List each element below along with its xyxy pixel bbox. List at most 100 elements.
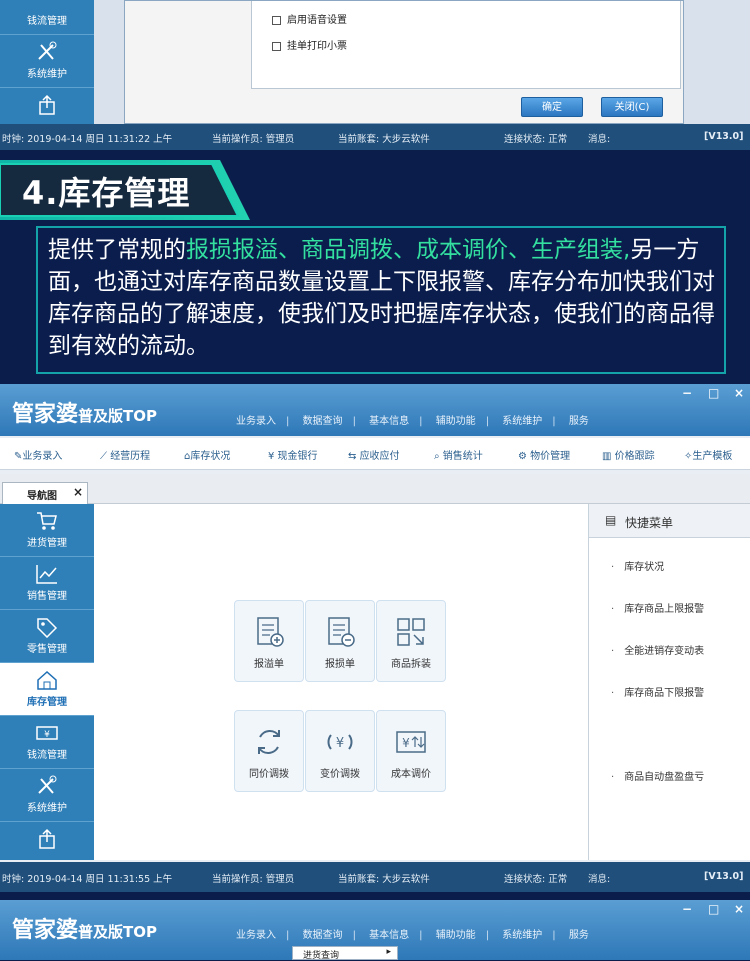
sidebar-item-system[interactable]: 系统维护 [0, 35, 94, 88]
shortcut-upper-limit-alert[interactable]: 库存商品上限报警 [611, 600, 704, 615]
shortcut-change-report[interactable]: 全能进销存变动表 [611, 642, 704, 657]
sidebar-item-inventory[interactable]: 库存管理 [0, 663, 94, 716]
chevron-right-icon: ▸ [386, 947, 391, 957]
close-window-button[interactable]: × [734, 902, 744, 916]
cart-icon [37, 512, 57, 530]
cycle-icon [258, 730, 280, 754]
sidebar-item-label: 进货管理 [27, 538, 67, 549]
price-adjust-icon: ¥ [396, 731, 426, 753]
logo-sub: 普及版TOP [78, 923, 157, 941]
menu-item-query[interactable]: 数据查询 [303, 930, 343, 941]
account-text: 当前账套: 大步云软件 [338, 874, 430, 885]
menu-item-aux[interactable]: 辅助功能 [436, 416, 476, 427]
checkbox-box[interactable] [272, 41, 281, 51]
maximize-button[interactable]: □ [708, 386, 719, 400]
query-dropdown-item[interactable]: 进货查询 ▸ [292, 946, 398, 961]
toolbar-label: 物价管理 [530, 451, 571, 462]
checkbox-box[interactable] [272, 15, 281, 25]
toolbar-inventory[interactable]: ⌂库存状况 [184, 447, 230, 462]
toolbar-price-track[interactable]: ▥ 价格跟踪 [602, 447, 655, 462]
logo-sub: 普及版TOP [78, 407, 157, 425]
toolbar-production[interactable]: ✧生产模板 [684, 447, 732, 462]
maximize-button[interactable]: □ [708, 902, 719, 916]
logo-main: 管家婆 [12, 918, 79, 943]
minimize-button[interactable]: − [682, 902, 692, 916]
menu-item-business[interactable]: 业务录入 [236, 930, 276, 941]
previous-app-window: 钱流管理 系统维护 启用语音设置 挂单打印小票 确定 关闭(C) 时钟: 201… [0, 0, 750, 150]
sidebar-item-retail[interactable]: 零售管理 [0, 610, 94, 663]
operator-text: 当前操作员: 管理员 [212, 874, 295, 885]
sidebar-item-label: 库存管理 [27, 697, 67, 708]
toolbar-cash-bank[interactable]: ¥ 现金银行 [268, 447, 318, 462]
close-button[interactable]: 关闭(C) [601, 97, 663, 117]
message-text: 消息: [588, 134, 611, 145]
connection-text: 连接状态: 正常 [504, 874, 568, 885]
shortcut-auto-stocktake[interactable]: 商品自动盘盈盘亏 [611, 768, 704, 783]
shortcut-panel-header: ▤ 快捷菜单 [589, 504, 750, 538]
operator-text: 当前操作员: 管理员 [212, 134, 295, 145]
search-icon: ⌕ [434, 451, 443, 462]
sidebar-item-system[interactable]: 系统维护 [0, 769, 94, 822]
menu-item-system[interactable]: 系统维护 [502, 930, 542, 941]
sidebar-item-label: 系统维护 [27, 803, 67, 814]
minimize-button[interactable]: − [682, 386, 692, 400]
menu-item-business[interactable]: 业务录入 [236, 416, 276, 427]
toolbar-label: 现金银行 [277, 451, 318, 462]
quick-button-label: 成本调价 [391, 769, 431, 780]
tools-icon [38, 775, 57, 794]
menu-item-basic-info[interactable]: 基本信息 [369, 930, 409, 941]
shortcut-panel-title: 快捷菜单 [625, 516, 674, 530]
notebook-minus-icon [328, 617, 355, 647]
ok-button[interactable]: 确定 [521, 97, 583, 117]
overflow-report-button[interactable]: 报溢单 [234, 600, 304, 682]
toolbar-label: 业务录入 [22, 451, 63, 462]
sidebar-item-purchase[interactable]: 进货管理 [0, 504, 94, 557]
close-icon[interactable]: × [73, 485, 83, 499]
account-text: 当前账套: 大步云软件 [338, 134, 430, 145]
toolbar-label: 销售统计 [442, 451, 483, 462]
status-bar: 时钟: 2019-04-14 周日 11:31:55 上午 当前操作员: 管理员… [0, 862, 750, 892]
menu-item-query[interactable]: 数据查询 [303, 416, 343, 427]
toolbar-price-mgmt[interactable]: ⚙ 物价管理 [518, 447, 570, 462]
menu-item-service[interactable]: 服务 [569, 416, 589, 427]
quick-button-label: 变价调拨 [320, 769, 360, 780]
sidebar-item-cashflow[interactable]: 钱流管理 [0, 0, 94, 35]
sidebar-item-label: 钱流管理 [27, 16, 67, 27]
product-assembly-button[interactable]: 商品拆装 [376, 600, 446, 682]
same-price-transfer-button[interactable]: 同价调拨 [234, 710, 304, 792]
menu-item-service[interactable]: 服务 [569, 930, 589, 941]
swap-icon: ⇆ [348, 451, 360, 462]
toolbar-history[interactable]: ⟋ 经营历程 [100, 447, 150, 462]
sidebar: 进货管理 销售管理 零售管理 库存管理 ¥ 钱流管理 系统维护 [0, 504, 94, 860]
shortcut-lower-limit-alert[interactable]: 库存商品下限报警 [611, 684, 704, 699]
price-change-transfer-button[interactable]: ¥ 变价调拨 [305, 710, 375, 792]
toolbar-receivable[interactable]: ⇆ 应收应付 [348, 447, 400, 462]
menu-bar: 业务录入 | 数据查询 | 基本信息 | 辅助功能 | 系统维护 | 服务 [236, 416, 589, 427]
trend-icon [36, 565, 57, 584]
menu-item-basic-info[interactable]: 基本信息 [369, 416, 409, 427]
loss-report-button[interactable]: 报损单 [305, 600, 375, 682]
connection-text: 连接状态: 正常 [504, 134, 568, 145]
shortcut-inventory-status[interactable]: 库存状况 [611, 558, 664, 573]
quick-button-label: 商品拆装 [391, 659, 431, 670]
menu-bar: 业务录入 | 数据查询 | 基本信息 | 辅助功能 | 系统维护 | 服务 [236, 930, 589, 941]
sidebar-item-label: 系统维护 [27, 69, 67, 80]
sidebar-item-sales[interactable]: 销售管理 [0, 557, 94, 610]
description-prefix: 提供了常规的 [48, 237, 186, 263]
toolbar-business-entry[interactable]: ✎业务录入 [14, 447, 62, 462]
menu-item-system[interactable]: 系统维护 [502, 416, 542, 427]
print-receipt-checkbox[interactable]: 挂单打印小票 [272, 37, 347, 52]
close-window-button[interactable]: × [734, 386, 744, 400]
checkbox-label: 挂单打印小票 [287, 41, 347, 52]
voice-setting-checkbox[interactable]: 启用语音设置 [272, 11, 347, 26]
cost-adjust-button[interactable]: ¥ 成本调价 [376, 710, 446, 792]
grid-icon [397, 618, 425, 646]
tag-icon [37, 618, 58, 638]
description-text: 提供了常规的报损报溢、商品调拨、成本调价、生产组装,另一方面，也通过对库存商品数… [48, 234, 724, 362]
quick-button-label: 报溢单 [254, 659, 284, 670]
tab-navigation[interactable]: 导航图 × [2, 482, 88, 504]
toolbar-sales-stats[interactable]: ⌕ 销售统计 [434, 447, 483, 462]
sidebar-item-cashflow[interactable]: ¥ 钱流管理 [0, 716, 94, 769]
menu-item-aux[interactable]: 辅助功能 [436, 930, 476, 941]
svg-text:¥: ¥ [402, 736, 410, 750]
